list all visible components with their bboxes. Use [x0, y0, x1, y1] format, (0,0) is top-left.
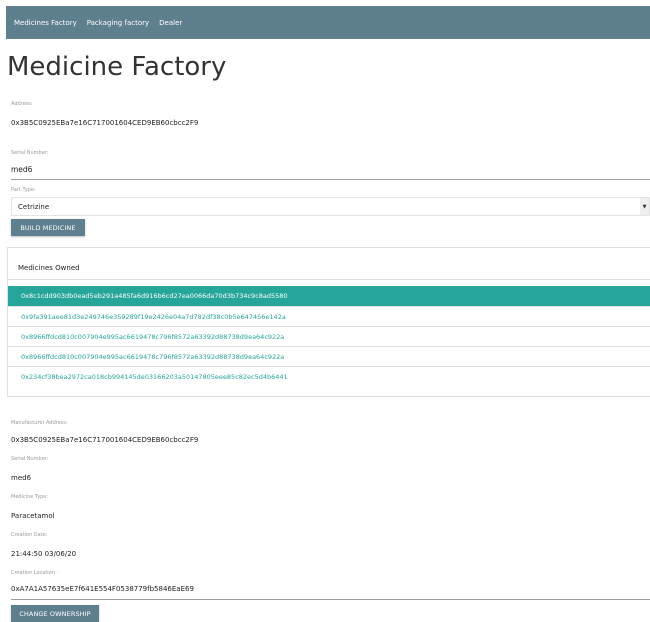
manufacturer-address-label: Manufacturer Address: [11, 420, 68, 426]
detail-serial-label: Serial Number: [11, 456, 49, 462]
list-item[interactable]: 0x234cf38bea2972ca018cb994145de03166203a… [8, 366, 650, 386]
medicine-type-label: Medicine Type: [11, 494, 49, 500]
address-label: Address: [11, 101, 33, 107]
manufacturer-address-value: 0x3B5C0925EBa7e16C717001604CED9EB60cbcc2… [11, 436, 199, 444]
page-title: Medicine Factory [7, 52, 227, 82]
creation-date-label: Creation Date: [11, 532, 48, 538]
part-type-select[interactable]: Cetrizine ▼ [11, 197, 650, 216]
part-type-label: Part Type: [11, 187, 36, 193]
list-item[interactable]: 0x8966ffdcd810c007904e995ac6619478c796f8… [8, 346, 650, 366]
medicine-type-value: Paracetamol [11, 512, 55, 520]
list-item[interactable]: 0x9fa391aee81d3e249746e359289f19e2426e04… [8, 306, 650, 326]
top-navbar: Medicines Factory Packaging factory Deal… [6, 6, 650, 39]
nav-dealer[interactable]: Dealer [159, 19, 182, 27]
address-value: 0x3B5C0925EBa7e16C717001604CED9EB60cbcc2… [11, 119, 199, 127]
detail-serial-value: med6 [11, 474, 32, 482]
nav-medicines-factory[interactable]: Medicines Factory [14, 19, 77, 27]
panel-divider [8, 279, 650, 280]
change-ownership-button[interactable]: CHANGE OWNERSHIP [11, 605, 99, 622]
build-medicine-button[interactable]: BUILD MEDICINE [11, 219, 85, 236]
creation-location-value: 0xA7A1A57635eE7f641E554F0538779fb5846EaE… [11, 585, 194, 593]
list-item[interactable]: 0x8966ffdcd810c007904e995ac6619478c796f8… [8, 326, 650, 346]
serial-number-label: Serial Number: [11, 150, 49, 156]
location-underline [11, 599, 650, 600]
nav-packaging-factory[interactable]: Packaging factory [87, 19, 149, 27]
list-item[interactable]: 0x8c1cdd903db0ead5eb291a485fa6d916b6cd27… [8, 286, 650, 306]
medicines-list: 0x8c1cdd903db0ead5eb291a485fa6d916b6cd27… [8, 286, 650, 386]
medicines-owned-panel: Medicines Owned 0x8c1cdd903db0ead5eb291a… [7, 247, 650, 397]
serial-number-underline [11, 179, 650, 180]
chevron-down-icon[interactable]: ▼ [640, 198, 649, 215]
medicines-owned-title: Medicines Owned [18, 264, 80, 272]
creation-location-label: Creation Location : [11, 570, 59, 576]
creation-date-value: 21:44:50 03/06/20 [11, 550, 77, 558]
serial-number-input[interactable]: med6 [11, 165, 32, 174]
part-type-value: Cetrizine [18, 202, 50, 211]
